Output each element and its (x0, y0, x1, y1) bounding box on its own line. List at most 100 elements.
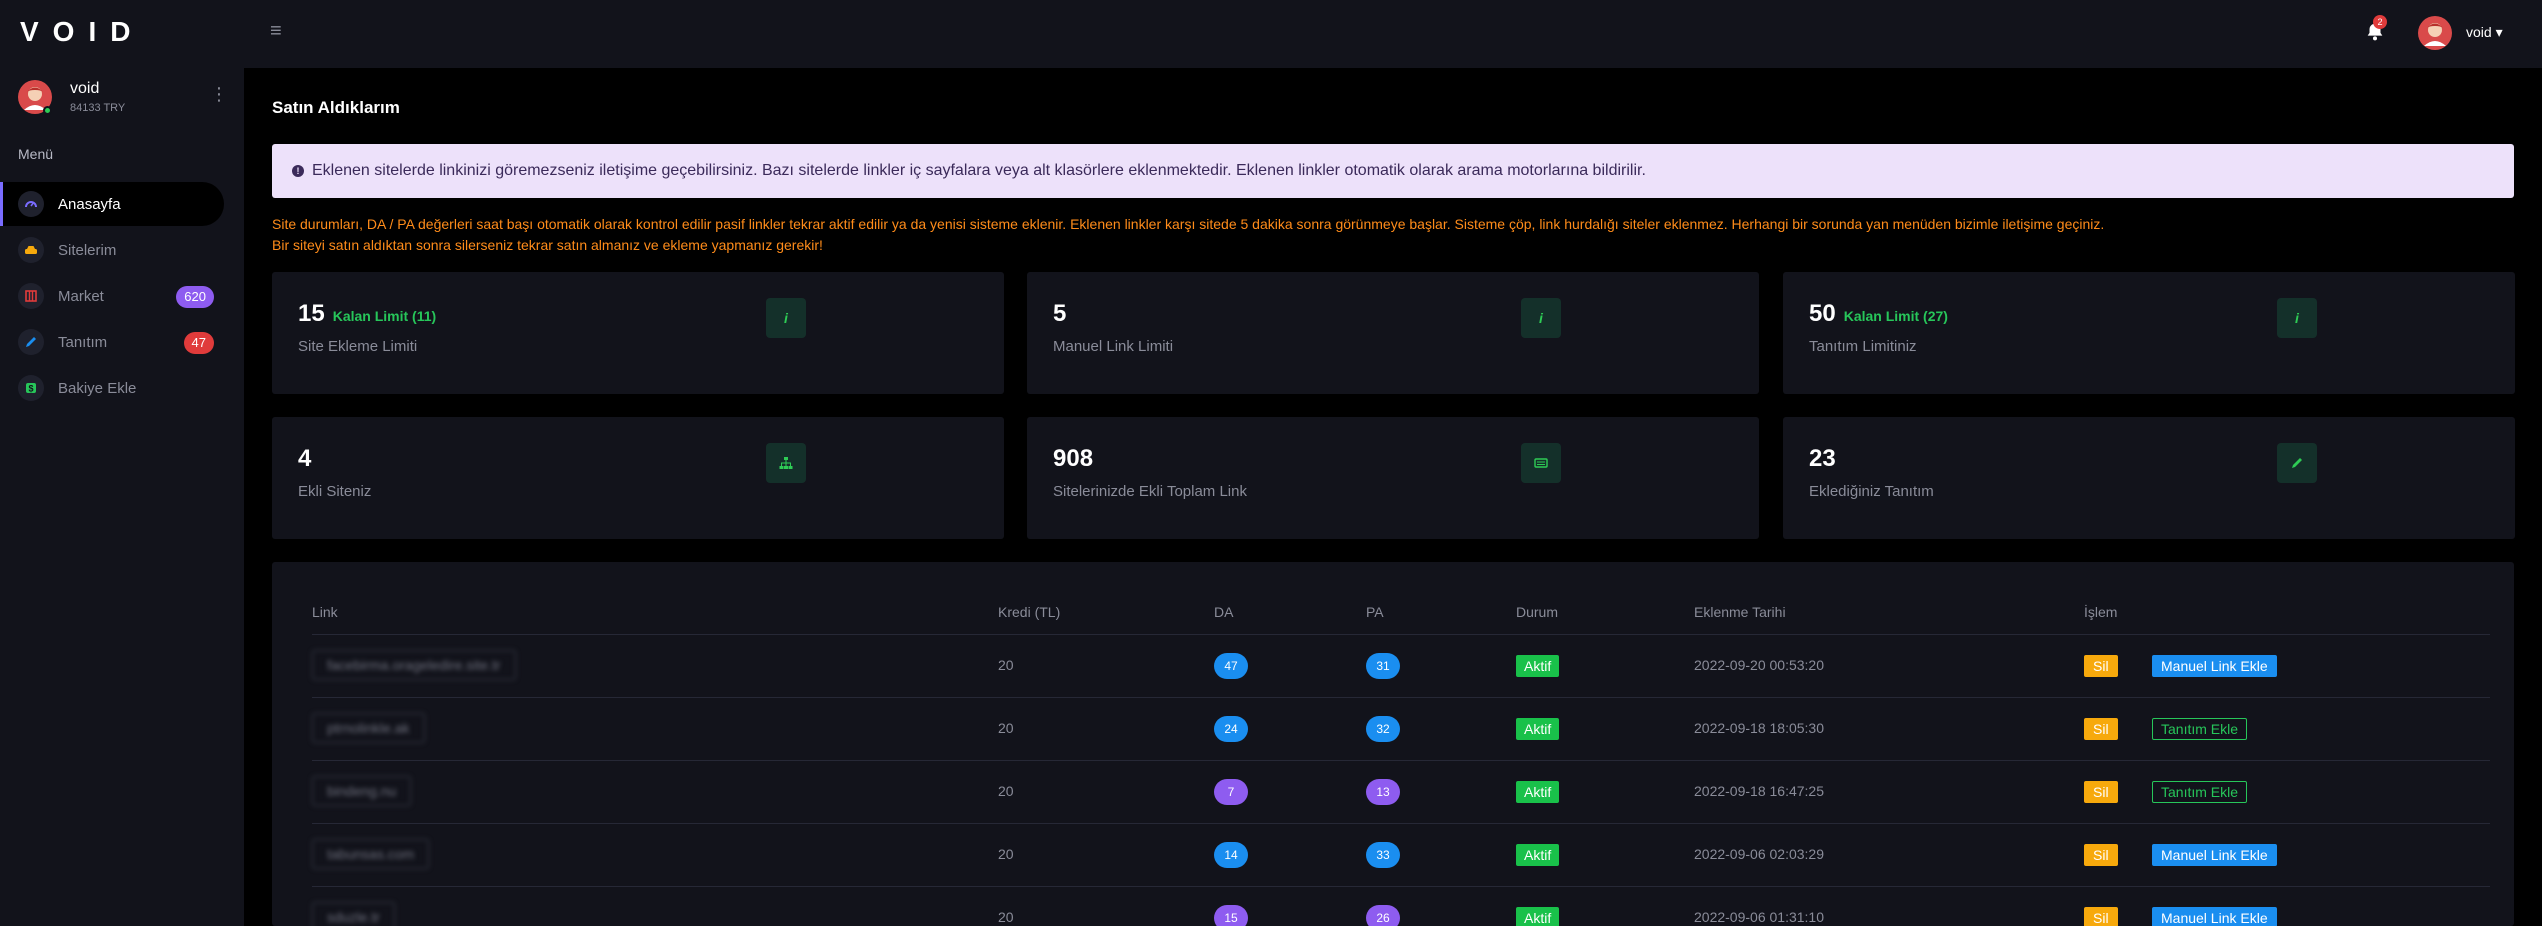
link-list-icon (1521, 443, 1561, 483)
column-header-islem: İşlem (2084, 604, 2118, 620)
stat-card-tanitim: 23 Eklediğiniz Tanıtım (1783, 417, 2515, 539)
kredi-cell: 20 (998, 783, 1014, 799)
svg-text:$: $ (28, 384, 33, 394)
market-count-badge: 620 (176, 286, 214, 308)
stat-card-manuel-link-limit: 5 Manuel Link Limiti i (1027, 272, 1759, 394)
tanitim-ekle-button[interactable]: Tanıtım Ekle (2152, 718, 2248, 740)
alert-text: Eklenen sitelerde linkinizi göremezseniz… (312, 162, 1646, 179)
kredi-cell: 20 (998, 720, 1014, 736)
stat-value: 4 (298, 445, 312, 472)
status-badge: Aktif (1516, 718, 1560, 740)
da-badge: 47 (1214, 653, 1248, 679)
stat-value: 5 (1053, 300, 1067, 327)
user-avatar[interactable] (2418, 16, 2452, 50)
stat-label: Ekli Siteniz (298, 483, 372, 500)
gauge-icon (18, 191, 44, 217)
tanitim-ekle-button[interactable]: Tanıtım Ekle (2152, 781, 2248, 803)
more-options-icon[interactable]: ⋮ (210, 84, 228, 105)
kredi-cell: 20 (998, 657, 1014, 673)
date-cell: 2022-09-18 16:47:25 (1694, 783, 1824, 799)
link-cell[interactable]: bindeng.nu (312, 776, 412, 806)
stat-card-tanitim-limit: 50 Kalan Limit (27) Tanıtım Limitiniz i (1783, 272, 2515, 394)
delete-button[interactable]: Sil (2084, 844, 2118, 866)
stat-card-ekli-site: 4 Ekli Siteniz (272, 417, 1004, 539)
stat-label: Tanıtım Limitiniz (1809, 338, 1917, 355)
sidebar-item-tanitim[interactable]: Tanıtım 47 (0, 320, 224, 364)
notice-line-1: Site durumları, DA / PA değerleri saat b… (272, 216, 2105, 232)
stat-label: Site Ekleme Limiti (298, 338, 418, 355)
da-badge: 24 (1214, 716, 1248, 742)
user-menu-dropdown[interactable]: void ▾ (2466, 24, 2503, 41)
sidebar-item-sitelerim[interactable]: Sitelerim (0, 228, 224, 272)
stat-label: Sitelerinizde Ekli Toplam Link (1053, 483, 1247, 500)
sidebar-item-label: Bakiye Ekle (58, 379, 137, 397)
tanitim-count-badge: 47 (183, 332, 214, 354)
header-divider (312, 634, 2490, 635)
menu-toggle-icon[interactable]: ≡ (270, 20, 282, 43)
delete-button[interactable]: Sil (2084, 718, 2118, 740)
column-header-eklenme-tarihi: Eklenme Tarihi (1694, 604, 1786, 620)
link-cell[interactable]: tabunsas.com (312, 839, 430, 869)
store-icon (18, 283, 44, 309)
column-header-kredi: Kredi (TL) (998, 604, 1061, 620)
sidebar-item-label: Tanıtım (58, 333, 108, 351)
sidebar-item-label: Market (58, 287, 104, 305)
link-cell[interactable]: ptrnolinkle.ak (312, 713, 425, 743)
link-cell[interactable]: facebirma.orageledire.site.tr (312, 650, 516, 680)
date-cell: 2022-09-20 00:53:20 (1694, 657, 1824, 673)
delete-button[interactable]: Sil (2084, 907, 2118, 926)
stat-label: Manuel Link Limiti (1053, 338, 1174, 355)
status-badge: Aktif (1516, 781, 1560, 803)
app-logo[interactable]: VOID (20, 16, 144, 48)
info-alert: ! Eklenen sitelerde linkinizi göremezsen… (272, 144, 2514, 198)
row-divider (312, 697, 2490, 698)
notification-count-badge: 2 (2373, 15, 2387, 29)
link-cell[interactable]: sduzle.tr (312, 902, 395, 926)
stat-extra: Kalan Limit (11) (332, 308, 437, 324)
pa-badge: 31 (1366, 653, 1400, 679)
column-header-da: DA (1214, 604, 1234, 620)
pa-badge: 13 (1366, 779, 1400, 805)
sidebar-item-market[interactable]: Market 620 (0, 274, 224, 318)
row-divider (312, 760, 2490, 761)
notice-line-2: Bir siteyi satın aldıktan sonra silersen… (272, 237, 823, 253)
sidebar-item-bakiye-ekle[interactable]: $ Bakiye Ekle (0, 366, 224, 410)
top-bar: VOID ≡ 2 void ▾ (0, 0, 2542, 68)
da-badge: 7 (1214, 779, 1248, 805)
stat-value: 50 (1809, 300, 1836, 327)
stat-card-toplam-link: 908 Sitelerinizde Ekli Toplam Link (1027, 417, 1759, 539)
pen-icon (2277, 443, 2317, 483)
sidebar-item-label: Anasayfa (58, 195, 121, 213)
pen-icon (18, 329, 44, 355)
kredi-cell: 20 (998, 846, 1014, 862)
info-icon: i (2277, 298, 2317, 338)
pa-badge: 32 (1366, 716, 1400, 742)
sidebar-balance: 84133 TRY (70, 102, 126, 114)
column-header-link: Link (312, 604, 338, 620)
dollar-icon: $ (18, 375, 44, 401)
row-divider (312, 886, 2490, 887)
manuel-link-ekle-button[interactable]: Manuel Link Ekle (2152, 655, 2277, 677)
stat-value: 15 (298, 300, 325, 327)
info-icon: i (1521, 298, 1561, 338)
page-title: Satın Aldıklarım (272, 98, 400, 117)
column-header-durum: Durum (1516, 604, 1559, 620)
stat-value: 908 (1053, 445, 1094, 472)
column-header-pa: PA (1366, 604, 1384, 620)
manuel-link-ekle-button[interactable]: Manuel Link Ekle (2152, 907, 2277, 926)
date-cell: 2022-09-18 18:05:30 (1694, 720, 1824, 736)
sitemap-icon (766, 443, 806, 483)
sidebar-item-anasayfa[interactable]: Anasayfa (0, 182, 224, 226)
manuel-link-ekle-button[interactable]: Manuel Link Ekle (2152, 844, 2277, 866)
purchases-table: Link Kredi (TL) DA PA Durum Eklenme Tari… (272, 562, 2514, 926)
date-cell: 2022-09-06 01:31:10 (1694, 909, 1824, 925)
car-icon (18, 237, 44, 263)
delete-button[interactable]: Sil (2084, 655, 2118, 677)
da-badge: 15 (1214, 905, 1248, 926)
stat-label: Eklediğiniz Tanıtım (1809, 483, 1934, 500)
menu-heading: Menü (18, 146, 54, 162)
info-icon: i (766, 298, 806, 338)
status-badge: Aktif (1516, 907, 1560, 926)
notice-text: Site durumları, DA / PA değerleri saat b… (272, 214, 2104, 256)
delete-button[interactable]: Sil (2084, 781, 2118, 803)
